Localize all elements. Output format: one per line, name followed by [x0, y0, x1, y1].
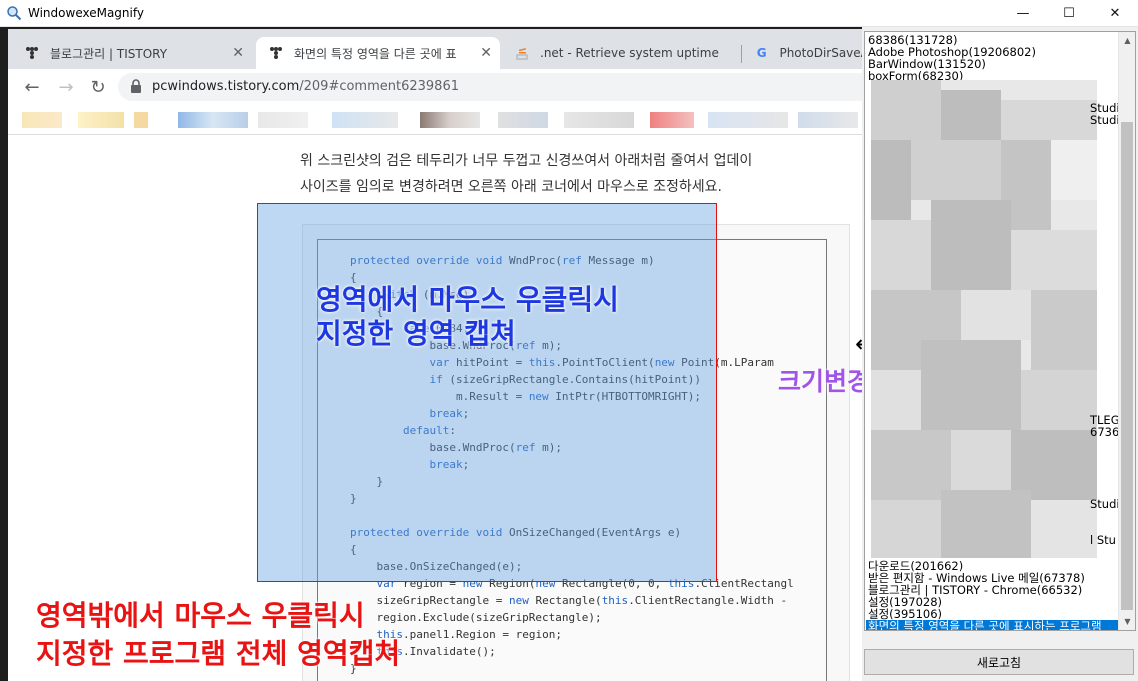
code-line: sizeGripRectangle = new Rectangle(this.C…	[350, 594, 788, 607]
blurred-bookmark	[332, 112, 398, 128]
list-item[interactable]: 설정(395106)	[868, 608, 942, 620]
window-list-panel: 68386(131728) Adobe Photoshop(19206802) …	[862, 27, 1138, 681]
forward-button[interactable]: →	[54, 75, 78, 99]
back-button[interactable]: ←	[20, 75, 44, 99]
maximize-button[interactable]: ☐	[1046, 0, 1092, 27]
close-window-button[interactable]: ✕	[1092, 0, 1138, 27]
list-item-fragment: Studi	[1090, 113, 1120, 127]
tab-close-icon[interactable]: ✕	[232, 45, 244, 61]
close-icon: ✕	[1109, 6, 1121, 21]
annotation-blue-line-2: 지정한 영역 캡쳐	[316, 317, 516, 350]
tab-label: 블로그관리 | TISTORY	[50, 46, 168, 61]
magnifier-icon	[7, 6, 22, 21]
url-path: /209#comment6239861	[299, 79, 459, 94]
blurred-bookmark	[650, 112, 694, 128]
annotation-red-line-1: 영역밖에서 마우스 우클릭시	[36, 599, 365, 632]
tab-close-icon[interactable]: ✕	[480, 45, 492, 61]
url-text: pcwindows.tistory.com/209#comment6239861	[152, 79, 459, 94]
window-title: WindowexeMagnify	[28, 6, 144, 20]
stackoverflow-icon	[514, 45, 530, 61]
blurred-bookmark	[564, 112, 634, 128]
blurred-bookmark	[134, 112, 148, 128]
tistory-icon	[24, 45, 40, 61]
blurred-bookmark	[178, 112, 248, 128]
google-icon: G	[756, 46, 767, 60]
article-text-line-2: 사이즈를 임의로 변경하려면 오른쪽 아래 코너에서 마우스로 조정하세요.	[300, 179, 722, 195]
annotation-red: 영역밖에서 마우스 우클릭시 지정한 프로그램 전체 영역캡쳐	[36, 597, 400, 673]
code-line: }	[350, 662, 357, 675]
maximize-icon: ☐	[1063, 6, 1075, 21]
tab-stackoverflow[interactable]: .net - Retrieve system uptime u	[502, 37, 740, 69]
blurred-bookmark	[498, 112, 548, 128]
tab-label: PhotoDirSaveAs	[779, 46, 862, 60]
window-titlebar: WindowexeMagnify — ☐ ✕	[0, 0, 1138, 27]
minimize-button[interactable]: —	[1000, 0, 1046, 27]
annotation-red-line-2: 지정한 프로그램 전체 영역캡쳐	[36, 637, 401, 670]
tistory-icon	[268, 45, 284, 61]
blurred-bookmark	[78, 112, 124, 128]
tab-google[interactable]: G PhotoDirSaveAs	[742, 37, 862, 69]
blurred-bookmark	[708, 112, 788, 128]
article-text-line-1: 위 스크린샷의 검은 테두리가 너무 두껍고 신경쓰여서 아래처럼 줄여서 업데…	[300, 153, 753, 169]
minimize-icon: —	[1016, 6, 1030, 21]
blurred-bookmark	[22, 112, 62, 128]
tab-active-article[interactable]: 화면의 특정 영역을 다른 곳에 표 ✕	[256, 37, 500, 69]
list-scrollbar[interactable]: ▲ ▼	[1118, 32, 1135, 630]
lock-icon	[131, 79, 141, 93]
annotation-blue-line-1: 영역에서 마우스 우클릭시	[316, 283, 619, 316]
reload-button[interactable]: ↻	[86, 75, 110, 99]
bookmarks-bar-blurred	[8, 105, 862, 135]
scroll-thumb[interactable]	[1121, 122, 1133, 610]
arrow-right-icon: →	[58, 76, 74, 98]
scroll-down-icon[interactable]: ▼	[1119, 613, 1135, 630]
capture-region-overlay[interactable]	[257, 203, 717, 582]
address-bar[interactable]: pcwindows.tistory.com/209#comment6239861	[118, 73, 862, 101]
url-host: pcwindows.tistory.com	[152, 79, 300, 94]
list-item-selected[interactable]: 화면의 특정 영역을 다른 곳에 표시하는 프로그램	[866, 620, 1118, 630]
list-item-fragment: Studi	[1090, 497, 1120, 511]
browser-toolbar: ← → ↻ pcwindows.tistory.com/209#comment6…	[8, 69, 862, 105]
refresh-button[interactable]: 새로고침	[864, 649, 1134, 675]
tab-label: 화면의 특정 영역을 다른 곳에 표	[294, 46, 457, 61]
annotation-blue: 영역에서 마우스 우클릭시 지정한 영역 캡쳐	[316, 283, 619, 351]
list-item-fragment: l Stu	[1090, 533, 1116, 547]
tab-tistory-admin[interactable]: 블로그관리 | TISTORY ✕	[12, 37, 252, 69]
list-item-fragment: 6736	[1090, 425, 1120, 439]
blurred-bookmark	[258, 112, 308, 128]
code-line: this.panel1.Region = region;	[376, 628, 562, 641]
reload-icon: ↻	[90, 76, 106, 98]
arrow-left-icon: ←	[24, 76, 40, 98]
code-line: region.Exclude(sizeGripRectangle);	[350, 611, 602, 624]
blurred-bookmark	[798, 112, 858, 128]
blurred-list-items	[871, 80, 1097, 558]
tab-label: .net - Retrieve system uptime u	[540, 46, 720, 60]
tab-strip: 블로그관리 | TISTORY ✕ 화면의 특정 영역을 다른 곳에 표 ✕ .…	[8, 29, 862, 69]
blurred-bookmark	[420, 112, 480, 128]
code-line: this.Invalidate();	[376, 645, 496, 658]
scroll-up-icon[interactable]: ▲	[1119, 32, 1135, 49]
window-listbox[interactable]: 68386(131728) Adobe Photoshop(19206802) …	[864, 31, 1136, 631]
